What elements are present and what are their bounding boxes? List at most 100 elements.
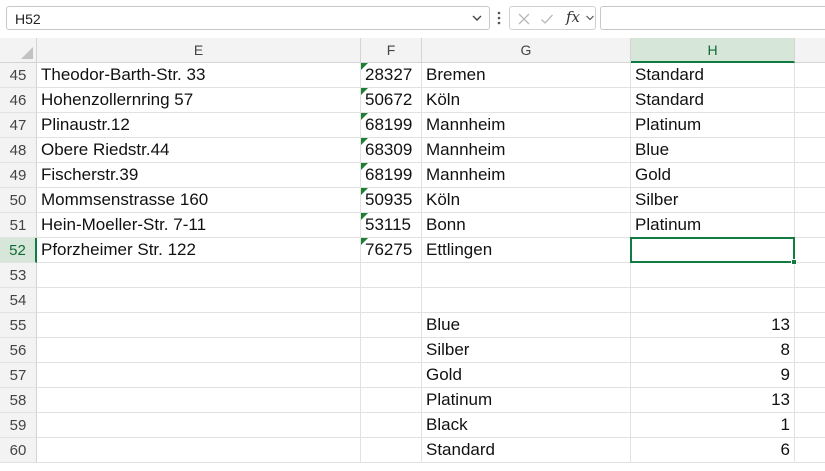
cell-f58[interactable] [361,388,422,413]
cell-g54[interactable] [422,288,631,313]
cell-h50[interactable]: Silber [631,188,795,213]
cell-f51[interactable]: 53115 [361,213,422,238]
cell-h49[interactable]: Gold [631,163,795,188]
cell-filler[interactable] [795,188,825,213]
cell-filler[interactable] [795,163,825,188]
cell-filler[interactable] [795,213,825,238]
cell-h57[interactable]: 9 [631,363,795,388]
more-options-icon[interactable] [494,8,504,28]
cell-g45[interactable]: Bremen [422,63,631,88]
cell-g52[interactable]: Ettlingen [422,238,631,263]
cell-e51[interactable]: Hein-Moeller-Str. 7-11 [37,213,361,238]
cell-f55[interactable] [361,313,422,338]
cell-e48[interactable]: Obere Riedstr.44 [37,138,361,163]
cell-f45[interactable]: 28327 [361,63,422,88]
cell-e55[interactable] [37,313,361,338]
cell-filler[interactable] [795,413,825,438]
cell-filler[interactable] [795,88,825,113]
cell-g48[interactable]: Mannheim [422,138,631,163]
cell-f59[interactable] [361,413,422,438]
cell-g55[interactable]: Blue [422,313,631,338]
cell-e47[interactable]: Plinaustr.12 [37,113,361,138]
chevron-down-icon[interactable] [471,12,483,24]
cell-e53[interactable] [37,263,361,288]
cell-h52[interactable] [631,238,795,263]
cell-filler[interactable] [795,288,825,313]
cell-f54[interactable] [361,288,422,313]
cell-f57[interactable] [361,363,422,388]
cell-g60[interactable]: Standard [422,438,631,463]
fill-handle[interactable] [791,259,797,265]
formula-input[interactable] [600,6,825,30]
row-header-52[interactable]: 52 [0,238,37,263]
cell-filler[interactable] [795,388,825,413]
cell-filler[interactable] [795,313,825,338]
cell-e56[interactable] [37,338,361,363]
cell-e58[interactable] [37,388,361,413]
cell-g59[interactable]: Black [422,413,631,438]
cell-filler[interactable] [795,238,825,263]
cell-filler[interactable] [795,438,825,463]
cell-e60[interactable] [37,438,361,463]
confirm-icon[interactable] [540,12,554,26]
cell-f47[interactable]: 68199 [361,113,422,138]
cell-filler[interactable] [795,138,825,163]
cell-g56[interactable]: Silber [422,338,631,363]
cell-g50[interactable]: Köln [422,188,631,213]
cell-f46[interactable]: 50672 [361,88,422,113]
cancel-icon[interactable] [517,12,531,26]
cell-h58[interactable]: 13 [631,388,795,413]
row-header-54[interactable]: 54 [0,288,37,313]
cell-g53[interactable] [422,263,631,288]
row-header-49[interactable]: 49 [0,163,37,188]
select-all-button[interactable] [0,38,37,63]
name-box[interactable]: H52 [6,6,490,30]
cell-e50[interactable]: Mommsenstrasse 160 [37,188,361,213]
row-header-47[interactable]: 47 [0,113,37,138]
cell-h55[interactable]: 13 [631,313,795,338]
row-header-45[interactable]: 45 [0,63,37,88]
cell-f60[interactable] [361,438,422,463]
cell-e57[interactable] [37,363,361,388]
cell-g47[interactable]: Mannheim [422,113,631,138]
row-header-55[interactable]: 55 [0,313,37,338]
column-header-e[interactable]: E [37,38,361,63]
column-header-h[interactable]: H [631,38,795,63]
cell-g46[interactable]: Köln [422,88,631,113]
cell-filler[interactable] [795,63,825,88]
cell-h45[interactable]: Standard [631,63,795,88]
cell-e49[interactable]: Fischerstr.39 [37,163,361,188]
column-header-f[interactable]: F [361,38,422,63]
cell-filler[interactable] [795,363,825,388]
row-header-48[interactable]: 48 [0,138,37,163]
cell-f52[interactable]: 76275 [361,238,422,263]
cell-e54[interactable] [37,288,361,313]
cell-h56[interactable]: 8 [631,338,795,363]
cell-g49[interactable]: Mannheim [422,163,631,188]
cell-g51[interactable]: Bonn [422,213,631,238]
row-header-50[interactable]: 50 [0,188,37,213]
cell-h51[interactable]: Platinum [631,213,795,238]
cell-h54[interactable] [631,288,795,313]
cell-filler[interactable] [795,113,825,138]
row-header-58[interactable]: 58 [0,388,37,413]
row-header-46[interactable]: 46 [0,88,37,113]
insert-function-button[interactable]: fx [566,8,580,26]
cell-f50[interactable]: 50935 [361,188,422,213]
chevron-down-icon[interactable] [585,13,595,23]
cell-f48[interactable]: 68309 [361,138,422,163]
cell-h48[interactable]: Blue [631,138,795,163]
cell-filler[interactable] [795,338,825,363]
cell-f49[interactable]: 68199 [361,163,422,188]
row-header-59[interactable]: 59 [0,413,37,438]
cell-h47[interactable]: Platinum [631,113,795,138]
cell-e59[interactable] [37,413,361,438]
cell-e46[interactable]: Hohenzollernring 57 [37,88,361,113]
cell-f53[interactable] [361,263,422,288]
cell-filler[interactable] [795,263,825,288]
row-header-51[interactable]: 51 [0,213,37,238]
row-header-60[interactable]: 60 [0,438,37,463]
column-header-g[interactable]: G [422,38,631,63]
cell-h60[interactable]: 6 [631,438,795,463]
cell-h59[interactable]: 1 [631,413,795,438]
